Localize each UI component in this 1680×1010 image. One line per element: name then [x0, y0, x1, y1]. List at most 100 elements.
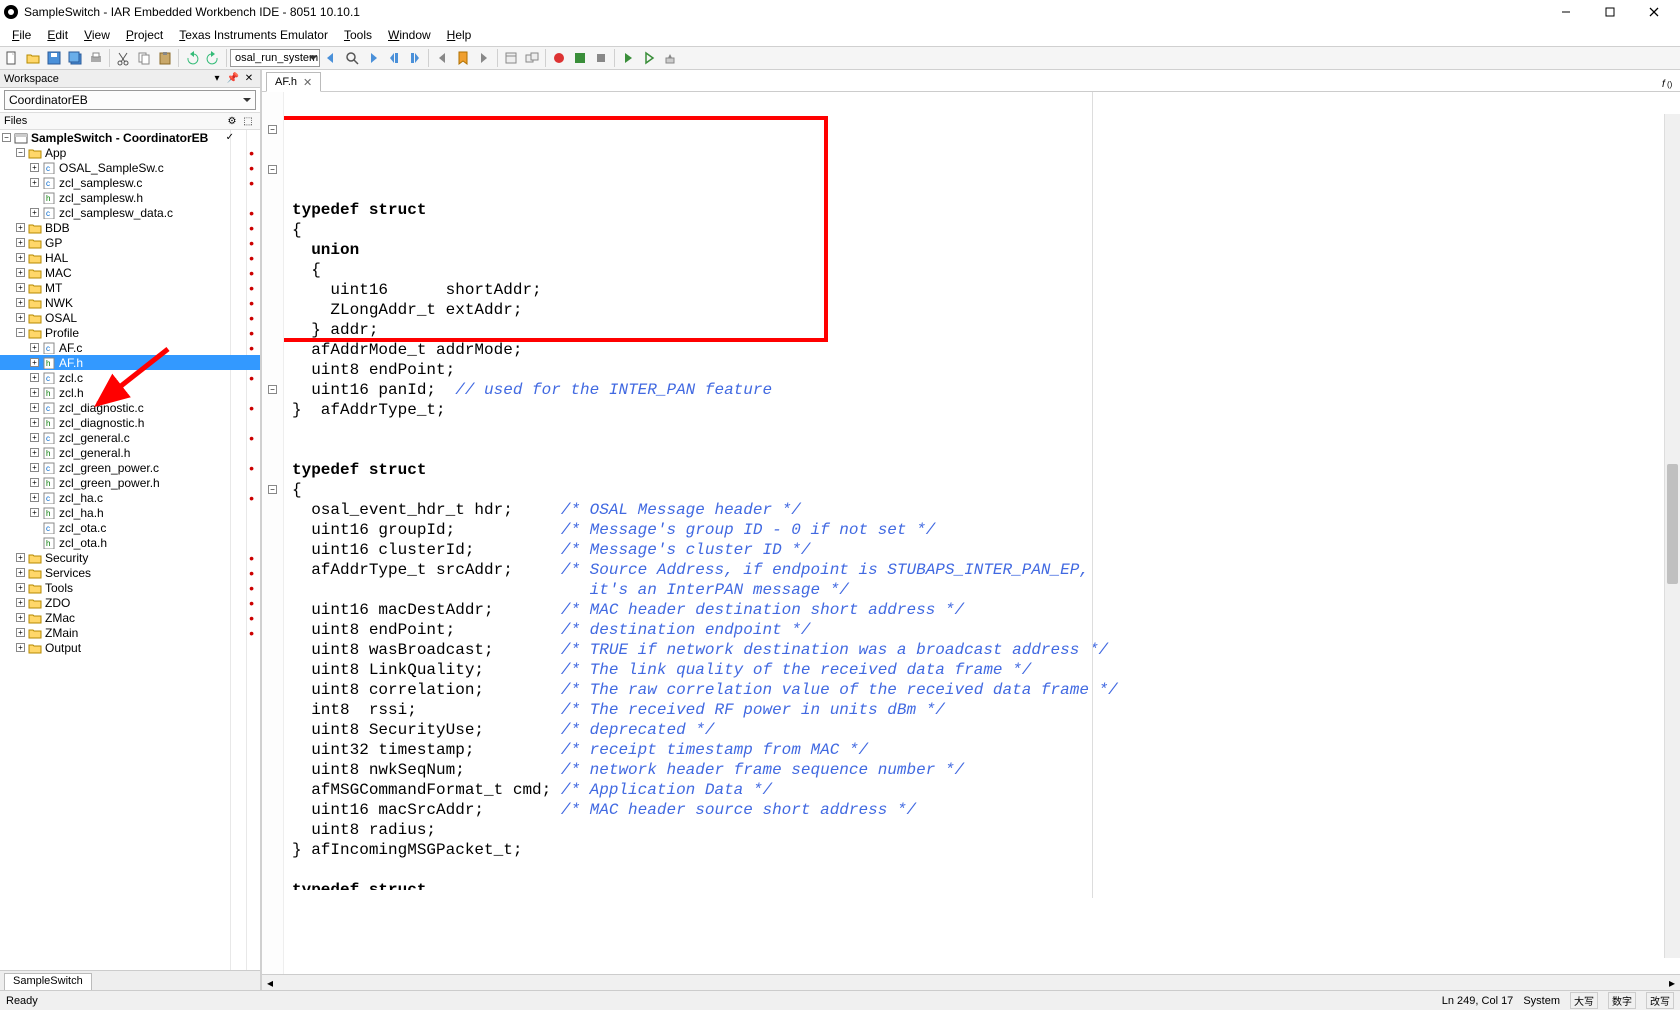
find-button[interactable] — [342, 48, 362, 68]
close-tab-button[interactable]: ✕ — [303, 76, 312, 89]
tree-expander[interactable]: + — [16, 643, 25, 652]
tree-expander[interactable]: + — [16, 313, 25, 322]
tree-item[interactable]: +ZMain• — [0, 625, 260, 640]
tree-expander[interactable]: + — [30, 403, 39, 412]
tree-item[interactable]: +czcl_green_power.c• — [0, 460, 260, 475]
compile-button[interactable] — [501, 48, 521, 68]
tree-expander[interactable]: + — [30, 208, 39, 217]
debug-without-download-button[interactable] — [639, 48, 659, 68]
workspace-tab[interactable]: SampleSwitch — [4, 973, 92, 990]
tree-item[interactable]: +czcl_ha.c• — [0, 490, 260, 505]
tree-expander[interactable]: + — [30, 178, 39, 187]
function-list-button[interactable]: f() — [1660, 75, 1676, 91]
vertical-scrollbar[interactable] — [1664, 114, 1680, 958]
menu-edit[interactable]: Edit — [39, 26, 76, 44]
tree-item[interactable]: +Security• — [0, 550, 260, 565]
tree-expander[interactable]: + — [30, 418, 39, 427]
tree-item[interactable]: +MAC• — [0, 265, 260, 280]
tree-expander[interactable]: + — [30, 448, 39, 457]
tree-item[interactable]: +Tools• — [0, 580, 260, 595]
go-to-button[interactable] — [432, 48, 452, 68]
download-debug-button[interactable] — [618, 48, 638, 68]
fold-button[interactable]: − — [268, 485, 277, 494]
workspace-pin-button[interactable]: 📌 — [226, 72, 240, 86]
tree-item[interactable]: +hzcl_ha.h — [0, 505, 260, 520]
tree-expander[interactable]: + — [30, 463, 39, 472]
tree-item[interactable]: +hzcl_diagnostic.h — [0, 415, 260, 430]
menu-window[interactable]: Window — [380, 26, 439, 44]
tree-item[interactable]: +OSAL• — [0, 310, 260, 325]
cut-button[interactable] — [113, 48, 133, 68]
horizontal-scrollbar[interactable]: ◂ ▸ — [262, 974, 1680, 990]
tree-expander[interactable]: + — [30, 478, 39, 487]
tree-item[interactable]: +hzcl.h — [0, 385, 260, 400]
save-button[interactable] — [44, 48, 64, 68]
next-bookmark-button[interactable] — [474, 48, 494, 68]
paste-button[interactable] — [155, 48, 175, 68]
configuration-select[interactable]: CoordinatorEB — [4, 90, 256, 110]
tree-expander[interactable]: + — [16, 298, 25, 307]
tree-item[interactable]: +BDB• — [0, 220, 260, 235]
code-editor[interactable]: typedef struct{ union { uint16 shortAddr… — [284, 92, 1680, 898]
bookmark-next-button[interactable] — [405, 48, 425, 68]
tree-item[interactable]: −Profile• — [0, 325, 260, 340]
tree-item[interactable]: +hAF.h — [0, 355, 260, 370]
menu-project[interactable]: Project — [118, 26, 171, 44]
tree-item[interactable]: +hzcl_general.h — [0, 445, 260, 460]
tree-expander[interactable]: + — [30, 433, 39, 442]
tree-expander[interactable]: + — [16, 628, 25, 637]
tree-item[interactable]: −App• — [0, 145, 260, 160]
tree-item[interactable]: +MT• — [0, 280, 260, 295]
tree-item[interactable]: +Output — [0, 640, 260, 655]
bookmark-prev-button[interactable] — [384, 48, 404, 68]
new-file-button[interactable] — [2, 48, 22, 68]
nav-forward-button[interactable] — [363, 48, 383, 68]
tree-expander[interactable]: + — [16, 253, 25, 262]
maximize-button[interactable] — [1588, 0, 1632, 24]
tree-expander[interactable]: + — [16, 568, 25, 577]
tree-item[interactable]: +czcl_diagnostic.c• — [0, 400, 260, 415]
tree-item[interactable]: +czcl_samplesw_data.c• — [0, 205, 260, 220]
tree-item[interactable]: czcl_ota.c — [0, 520, 260, 535]
tree-item[interactable]: +czcl_samplesw.c• — [0, 175, 260, 190]
menu-view[interactable]: View — [76, 26, 118, 44]
tree-expander[interactable]: + — [16, 583, 25, 592]
tree-expander[interactable]: + — [16, 613, 25, 622]
tree-expander[interactable]: + — [30, 343, 39, 352]
nav-back-button[interactable] — [321, 48, 341, 68]
tree-expander[interactable]: + — [30, 358, 39, 367]
scroll-left-button[interactable]: ◂ — [262, 975, 278, 991]
tree-expander[interactable]: − — [2, 133, 11, 142]
menu-tools[interactable]: Tools — [336, 26, 380, 44]
tree-item[interactable]: +hzcl_green_power.h — [0, 475, 260, 490]
stop-build-button[interactable] — [591, 48, 611, 68]
fold-button[interactable]: − — [268, 125, 277, 134]
tree-item[interactable]: +czcl.c• — [0, 370, 260, 385]
make-restart-button[interactable] — [570, 48, 590, 68]
tree-item[interactable]: hzcl_ota.h — [0, 535, 260, 550]
menu-texas-instruments-emulator[interactable]: Texas Instruments Emulator — [171, 26, 336, 44]
tree-item[interactable]: hzcl_samplesw.h — [0, 190, 260, 205]
fold-button[interactable]: − — [268, 165, 277, 174]
tree-expander[interactable]: + — [30, 493, 39, 502]
editor-gutter[interactable]: −−−− — [262, 92, 284, 974]
tree-item[interactable]: +Services• — [0, 565, 260, 580]
tree-expander[interactable]: + — [16, 553, 25, 562]
menu-help[interactable]: Help — [439, 26, 480, 44]
project-tree[interactable]: −SampleSwitch - CoordinatorEB✓−App•+cOSA… — [0, 130, 260, 970]
close-button[interactable] — [1632, 0, 1676, 24]
tree-item[interactable]: +czcl_general.c• — [0, 430, 260, 445]
search-combo[interactable]: osal_run_system — [230, 49, 320, 67]
copy-button[interactable] — [134, 48, 154, 68]
tree-expander[interactable]: + — [16, 268, 25, 277]
restart-button[interactable] — [660, 48, 680, 68]
tree-expander[interactable] — [30, 193, 39, 202]
tree-expander[interactable]: + — [16, 238, 25, 247]
toggle-breakpoint-button[interactable] — [549, 48, 569, 68]
undo-button[interactable] — [182, 48, 202, 68]
tree-item[interactable]: +NWK• — [0, 295, 260, 310]
tree-expander[interactable]: + — [30, 163, 39, 172]
tree-expander[interactable]: + — [30, 508, 39, 517]
tree-expander[interactable]: + — [16, 223, 25, 232]
tree-expander[interactable]: + — [30, 388, 39, 397]
